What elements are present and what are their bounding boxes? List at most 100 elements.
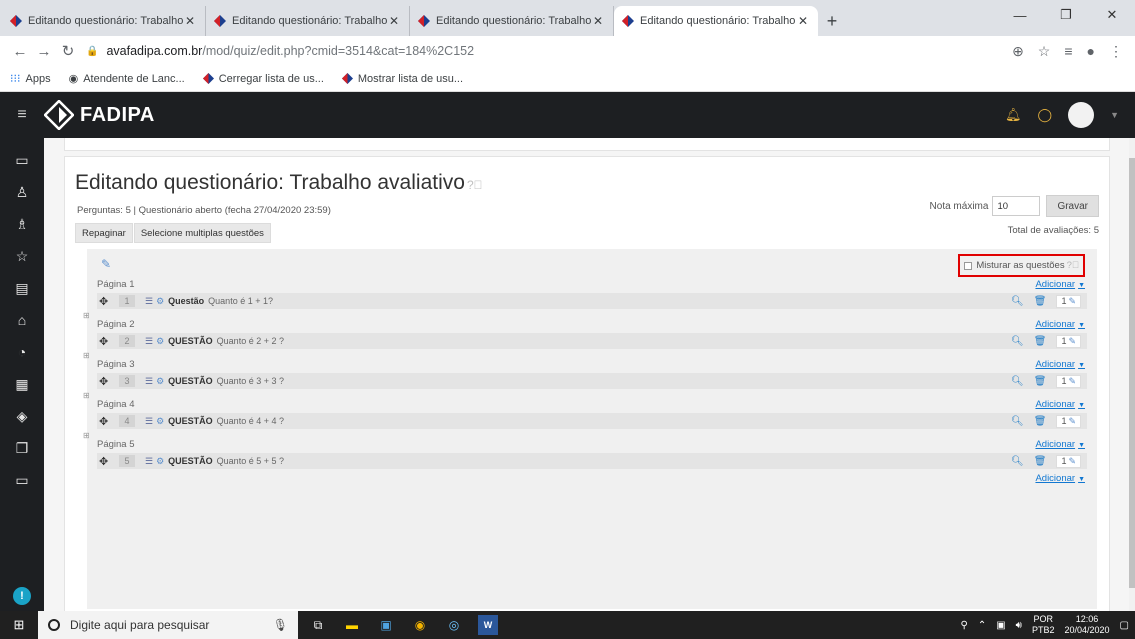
menu-kebab-icon[interactable]: ⋮ bbox=[1109, 43, 1123, 60]
user-avatar[interactable] bbox=[1068, 102, 1095, 128]
page-break-icon[interactable]: ⊞ bbox=[83, 431, 90, 440]
help-question-icon[interactable]: ?⃝ bbox=[467, 178, 483, 192]
question-mark-field[interactable]: 1 ✎ bbox=[1056, 454, 1081, 468]
add-menu-link[interactable]: Adicionar ▼ bbox=[1035, 473, 1085, 484]
preview-magnifier-icon[interactable]: 🔍︎ bbox=[1011, 456, 1024, 467]
move-icon[interactable]: ✥ bbox=[99, 375, 113, 388]
max-grade-input[interactable] bbox=[992, 196, 1041, 216]
windows-start-icon[interactable]: ⊞ bbox=[0, 611, 38, 639]
question-name[interactable]: Questão bbox=[168, 296, 204, 306]
help-icon[interactable]: ! bbox=[13, 587, 31, 605]
delete-trash-icon[interactable]: 🗑︎ bbox=[1034, 336, 1047, 347]
browser-tab[interactable]: Editando questionário: Trabalho ✕ bbox=[410, 6, 614, 36]
calendar-icon[interactable]: ▦ bbox=[15, 368, 28, 400]
hamburger-menu-icon[interactable]: ≡ bbox=[0, 106, 44, 124]
question-mark-field[interactable]: 1 ✎ bbox=[1056, 334, 1081, 348]
bookmark-mostrar[interactable]: Mostrar lista de usu... bbox=[341, 73, 463, 85]
profile-icon[interactable]: ● bbox=[1087, 43, 1095, 59]
question-mark-field[interactable]: 1 ✎ bbox=[1056, 374, 1081, 388]
minimize-icon[interactable]: — bbox=[997, 0, 1043, 30]
delete-trash-icon[interactable]: 🗑︎ bbox=[1034, 416, 1047, 427]
move-icon[interactable]: ✥ bbox=[99, 415, 113, 428]
add-menu-link[interactable]: Adicionar ▼ bbox=[1035, 319, 1085, 330]
restore-icon[interactable]: ❐ bbox=[1043, 0, 1089, 30]
close-tab-icon[interactable]: ✕ bbox=[591, 14, 605, 28]
preview-magnifier-icon[interactable]: 🔍︎ bbox=[1011, 296, 1024, 307]
page-break-icon[interactable]: ⊞ bbox=[83, 391, 90, 400]
settings-cog-icon[interactable]: ⚙ bbox=[156, 416, 164, 427]
scrollbar-thumb[interactable] bbox=[1129, 158, 1135, 588]
settings-cog-icon[interactable]: ⚙ bbox=[156, 296, 164, 307]
move-icon[interactable]: ✥ bbox=[99, 455, 113, 468]
app-circle-icon[interactable]: ◎ bbox=[444, 615, 464, 635]
tray-chevron-icon[interactable]: ⌃ bbox=[978, 620, 986, 631]
notifications-icon[interactable]: ▢ bbox=[1120, 620, 1129, 631]
url-field[interactable]: 🔒 avafadipa.com.br/mod/quiz/edit.php?cmi… bbox=[86, 39, 1012, 63]
grades-book-icon[interactable]: ▤ bbox=[15, 272, 28, 304]
reload-icon[interactable]: ↻ bbox=[56, 42, 80, 60]
repaginate-button[interactable]: Repaginar bbox=[75, 223, 133, 243]
file-explorer-icon[interactable]: ▬ bbox=[342, 615, 362, 635]
zoom-icon[interactable]: ⊕ bbox=[1012, 43, 1024, 60]
add-menu-link[interactable]: Adicionar ▼ bbox=[1035, 439, 1085, 450]
participants-icon[interactable]: ♙ bbox=[16, 176, 29, 208]
shuffle-checkbox[interactable] bbox=[964, 261, 973, 270]
close-tab-icon[interactable]: ✕ bbox=[183, 14, 197, 28]
help-question-icon[interactable]: ?⃝ bbox=[1067, 260, 1079, 271]
add-menu-link[interactable]: Adicionar ▼ bbox=[1035, 359, 1085, 370]
move-icon[interactable]: ✥ bbox=[99, 335, 113, 348]
settings-cog-icon[interactable]: ⚙ bbox=[156, 456, 164, 467]
taskbar-search[interactable]: Digite aqui para pesquisar 🎙︎ bbox=[38, 611, 298, 639]
speaker-icon[interactable]: 🔊︎ bbox=[1016, 620, 1022, 631]
messages-icon[interactable]: ◯ bbox=[1038, 107, 1053, 123]
store-icon[interactable]: ▣ bbox=[376, 615, 396, 635]
bookmark-carregar[interactable]: Cerregar lista de us... bbox=[202, 73, 324, 85]
question-name[interactable]: QUESTÃO bbox=[168, 416, 213, 426]
preview-magnifier-icon[interactable]: 🔍︎ bbox=[1011, 416, 1024, 427]
question-name[interactable]: QUESTÃO bbox=[168, 376, 213, 386]
private-files-icon[interactable]: ◈ bbox=[17, 400, 28, 432]
folder-icon[interactable]: ▭ bbox=[15, 144, 28, 176]
settings-cog-icon[interactable]: ⚙ bbox=[156, 336, 164, 347]
preview-magnifier-icon[interactable]: 🔍︎ bbox=[1011, 376, 1024, 387]
question-name[interactable]: QUESTÃO bbox=[168, 456, 213, 466]
site-logo[interactable]: FADIPA bbox=[44, 100, 155, 130]
extensions-icon[interactable]: ≡ bbox=[1064, 43, 1072, 59]
question-mark-field[interactable]: 1 ✎ bbox=[1056, 414, 1081, 428]
browser-tab-active[interactable]: Editando questionário: Trabalho ✕ bbox=[614, 6, 818, 36]
page-scrollbar[interactable] bbox=[1129, 138, 1135, 611]
forward-icon[interactable]: → bbox=[32, 43, 56, 60]
star-icon[interactable]: ☆ bbox=[16, 240, 29, 272]
people-icon[interactable]: ⚲ bbox=[961, 620, 968, 631]
question-mark-field[interactable]: 1 ✎ bbox=[1056, 294, 1081, 308]
delete-trash-icon[interactable]: 🗑︎ bbox=[1034, 456, 1047, 467]
add-menu-link[interactable]: Adicionar ▼ bbox=[1035, 279, 1085, 290]
close-tab-icon[interactable]: ✕ bbox=[387, 14, 401, 28]
user-menu-caret-icon[interactable]: ▼ bbox=[1110, 110, 1119, 120]
browser-tab[interactable]: Editando questionário: Trabalho ✕ bbox=[206, 6, 410, 36]
taskbar-clock[interactable]: 12:06 20/04/2020 bbox=[1065, 614, 1110, 636]
dashboard-icon[interactable]: ◔ bbox=[18, 336, 26, 368]
notifications-bell-icon[interactable]: 🔔︎ bbox=[1005, 107, 1022, 123]
page-break-icon[interactable]: ⊞ bbox=[83, 311, 90, 320]
network-icon[interactable]: ▣ bbox=[996, 620, 1005, 631]
bookmark-apps[interactable]: ⁝⁝⁝ Apps bbox=[10, 72, 51, 86]
bookmark-star-icon[interactable]: ☆ bbox=[1038, 43, 1051, 60]
edit-section-pencil-icon[interactable]: ✎ bbox=[101, 257, 111, 271]
select-multiple-button[interactable]: Selecione multiplas questões bbox=[133, 223, 271, 243]
close-window-icon[interactable]: ✕ bbox=[1089, 0, 1135, 30]
home-icon[interactable]: ⌂ bbox=[18, 304, 26, 336]
folder-2-icon[interactable]: ▭ bbox=[15, 464, 28, 496]
bookmark-atendente[interactable]: ◉ Atendente de Lanc... bbox=[69, 72, 185, 86]
language-indicator[interactable]: POR PTB2 bbox=[1032, 614, 1055, 636]
save-grade-button[interactable]: Gravar bbox=[1046, 195, 1099, 217]
badges-icon[interactable]: ♗ bbox=[16, 208, 29, 240]
back-icon[interactable]: ← bbox=[8, 43, 32, 60]
page-break-icon[interactable]: ⊞ bbox=[83, 351, 90, 360]
chrome-icon[interactable]: ◉ bbox=[410, 615, 430, 635]
preview-magnifier-icon[interactable]: 🔍︎ bbox=[1011, 336, 1024, 347]
add-menu-link[interactable]: Adicionar ▼ bbox=[1035, 399, 1085, 410]
browser-tab[interactable]: Editando questionário: Trabalho ✕ bbox=[2, 6, 206, 36]
settings-cog-icon[interactable]: ⚙ bbox=[156, 376, 164, 387]
shuffle-questions-option[interactable]: Misturar as questões ?⃝ bbox=[958, 254, 1085, 277]
